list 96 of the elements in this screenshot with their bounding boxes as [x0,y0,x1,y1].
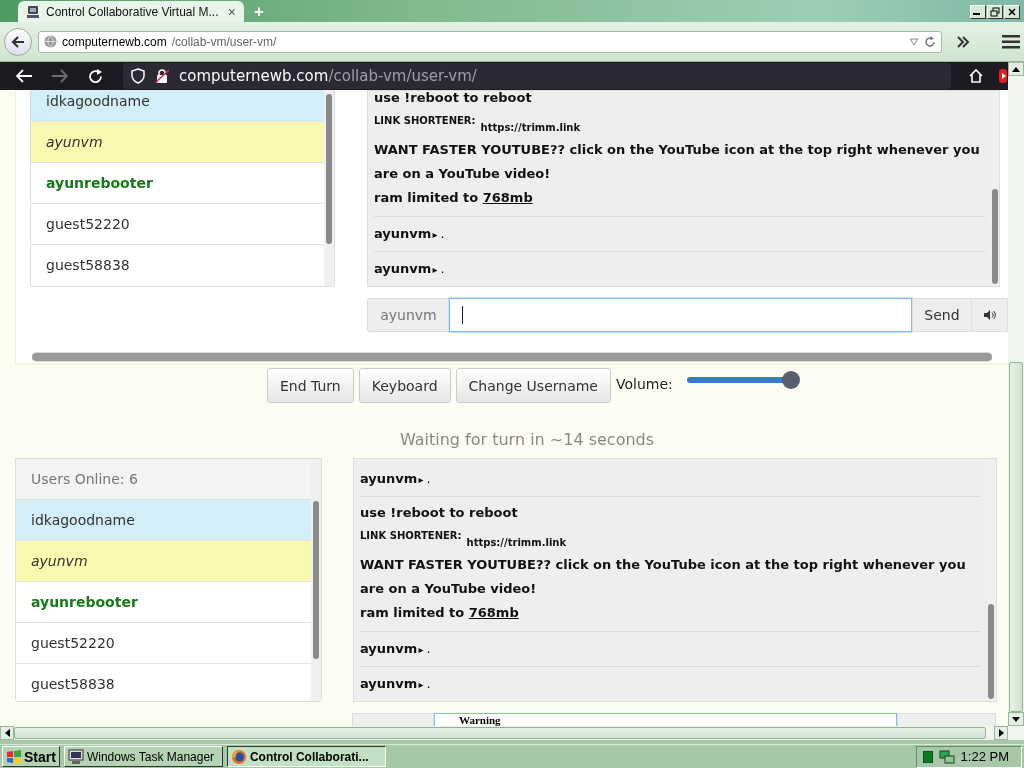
chevrons-icon[interactable] [956,35,970,48]
back-button[interactable] [4,27,32,56]
start-button[interactable]: Start [2,746,60,767]
up-arrow-icon [1012,66,1020,72]
chat-username: ayunvm [374,226,432,241]
address-bar[interactable]: computernewb.com/collab-vm/user-vm/ [123,63,951,89]
speaker-icon [983,309,996,321]
separator-arrow: ▸ [418,679,424,690]
chat-username: ayunvm [360,676,418,691]
link-label: LINK SHORTENER: [360,529,462,543]
volume-label: Volume: [616,375,673,394]
chat-message: . [426,471,431,486]
separator-arrow: ▸ [432,229,438,240]
left-arrow-icon [4,729,10,737]
slider-thumb[interactable] [782,371,801,389]
control-button[interactable]: End Turn [267,368,354,403]
system-message: use !reboot to reboot [360,504,519,522]
close-icon [1007,7,1017,17]
users-online-header: Users Online: 6 [16,459,311,500]
url-path: /collab-vm/user-vm/ [328,67,477,85]
menu-icon[interactable] [1002,34,1020,49]
browser-tab[interactable]: Control Collaborative Virtual M... × [18,1,244,22]
scrollbar-thumb[interactable] [992,189,998,284]
windows-flag-icon [6,749,22,764]
globe-icon [230,748,247,765]
back-arrow-icon [11,35,25,48]
separator-arrow: ▸ [418,644,424,655]
user-list-item[interactable]: guest58838 [16,664,311,701]
close-tab-button[interactable]: × [227,3,236,20]
separator-arrow: ▸ [418,474,424,485]
send-button[interactable]: Send [912,298,972,332]
user-list-item[interactable]: ayunvm [16,541,311,582]
dropdown-icon[interactable] [909,37,919,46]
chat-username: ayunvm [360,641,418,656]
forward-arrow-icon[interactable] [52,69,68,83]
chat-message: . [426,641,431,656]
scrollbar-thumb[interactable] [1009,362,1023,712]
scroll-down-button[interactable] [1008,712,1024,726]
chat-input-field[interactable] [449,298,912,332]
minimize-button[interactable] [970,5,986,19]
link[interactable]: https://trimm.link [466,525,567,550]
clock: 1:22 PM [960,749,1009,764]
scrollbar-thumb[interactable] [988,604,994,699]
url-host: computernewb.com [179,67,329,85]
sound-button[interactable] [972,298,1008,332]
back-arrow-icon[interactable] [16,69,32,83]
text-caret [462,306,463,324]
network-icon [938,748,955,765]
system-message: use !reboot to reboot [374,91,533,107]
globe-icon [44,35,57,48]
restore-button[interactable] [987,5,1003,19]
chat-input-field[interactable]: Warning [434,713,897,726]
turn-status: Waiting for turn in ~14 seconds [398,430,656,450]
tab-title: Control Collaborative Virtual M... [46,4,220,19]
separator-arrow: ▸ [432,264,438,275]
scroll-up-button[interactable] [1008,62,1024,76]
system-message: WANT FASTER YOUTUBE?? click on the YouTube icon at the top right whenever you are on a YouTube video! [374,141,981,183]
monitor-icon [67,748,84,765]
user-list-item[interactable]: ayunvm [31,122,324,163]
username-label: ayunvm [367,298,449,332]
right-arrow-icon [998,729,1004,737]
down-arrow-icon [1012,716,1020,722]
url-path: /collab-vm/user-vm/ [171,34,278,49]
link[interactable]: https://trimm.link [480,110,581,135]
system-message: ram limited to 768mb [360,604,520,622]
computer-icon [26,4,40,19]
home-icon[interactable] [968,68,984,84]
extension-icon[interactable] [999,69,1007,83]
scrollbar-thumb[interactable] [313,501,319,659]
chat-username: ayunvm [374,261,432,276]
address-bar[interactable]: computernewb.com /collab-vm/user-vm/ [38,30,942,53]
scrollbar[interactable] [32,352,992,362]
scroll-right-button[interactable] [994,726,1008,740]
restore-icon [990,7,1000,17]
link-label: LINK SHORTENER: [374,114,476,128]
chat-message: . [440,261,445,276]
control-button[interactable]: Keyboard [358,368,451,403]
shield-icon [131,68,145,84]
chat-username: ayunvm [360,471,418,486]
url-host: computernewb.com [62,34,167,49]
scroll-left-button[interactable] [0,726,14,740]
lock-icon [155,68,169,84]
link[interactable]: 768mb [468,605,519,620]
system-message: WANT FASTER YOUTUBE?? click on the YouTube icon at the top right whenever you are on a YouTube video! [360,556,967,598]
taskbar-button[interactable]: Windows Task Manager [63,746,223,767]
system-message: ram limited to 768mb [374,189,534,207]
control-button[interactable]: Change Username [455,368,611,403]
user-list-item[interactable]: guest58838 [31,245,324,286]
chat-message: . [440,226,445,241]
taskbar-button[interactable]: Control Collaborati... [226,746,386,767]
close-button[interactable] [1004,5,1020,19]
user-list-item[interactable]: idkagoodname [31,90,324,122]
user-list-item[interactable]: idkagoodname [16,500,311,541]
chat-message: . [426,676,431,691]
scrollbar-thumb[interactable] [326,94,332,244]
link[interactable]: 768mb [482,190,533,205]
